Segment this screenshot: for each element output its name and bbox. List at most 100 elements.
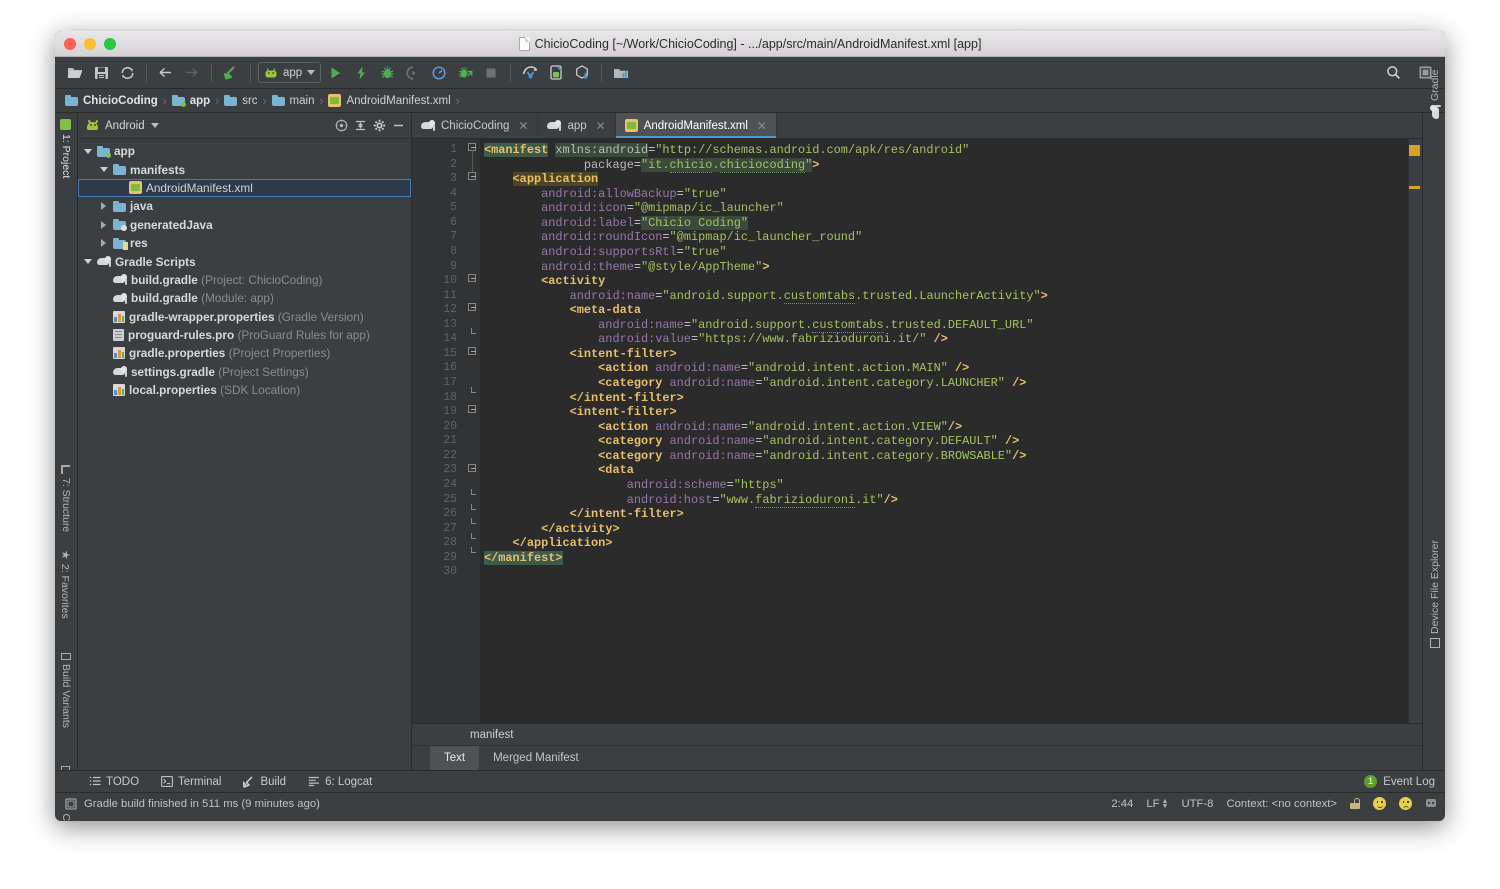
fold-toggle[interactable] — [468, 303, 476, 311]
code-line[interactable]: android:value="https://www.fabrizioduron… — [484, 332, 1408, 347]
tree-item[interactable]: app — [78, 142, 411, 160]
code-line[interactable]: <action android:name="android.intent.act… — [484, 361, 1408, 376]
tree-item[interactable]: settings.gradle (Project Settings) — [78, 363, 411, 381]
tree-item[interactable]: manifests — [78, 160, 411, 178]
fold-toggle[interactable] — [468, 347, 476, 355]
code-line[interactable]: android:roundIcon="@mipmap/ic_launcher_r… — [484, 230, 1408, 245]
search-icon[interactable] — [1381, 61, 1405, 85]
code-line[interactable]: android:allowBackup="true" — [484, 187, 1408, 202]
target-icon[interactable] — [335, 119, 348, 132]
code-line[interactable]: android:host="www.fabrizioduroni.it"/> — [484, 492, 1408, 508]
tree-item[interactable]: local.properties (SDK Location) — [78, 381, 411, 399]
editor-tab[interactable]: ChicioCoding ✕ — [412, 113, 539, 138]
breadcrumb-item-main[interactable]: main — [271, 95, 319, 107]
code-line[interactable] — [484, 565, 1408, 580]
editor-tab[interactable]: AndroidManifest.xml ✕ — [615, 113, 777, 138]
editor-breadcrumb[interactable]: manifest — [412, 723, 1422, 745]
sync-project-icon[interactable] — [570, 61, 594, 85]
sidebar-item-structure[interactable]: 7: Structure — [60, 465, 72, 532]
expand-arrow[interactable] — [98, 167, 109, 173]
avd-manager-icon[interactable] — [518, 61, 542, 85]
bottom-item-logcat[interactable]: 6: Logcat — [308, 776, 372, 788]
sidebar-item-project[interactable]: 1: Project — [60, 119, 72, 178]
sdk-manager-icon[interactable] — [544, 61, 568, 85]
fold-toggle[interactable] — [468, 172, 476, 180]
code-line[interactable]: <intent-filter> — [484, 347, 1408, 362]
code-line[interactable]: </manifest> — [484, 550, 1408, 566]
stop-icon[interactable] — [479, 61, 503, 85]
settings-gear-icon[interactable] — [373, 119, 386, 132]
sad-face-icon[interactable] — [1399, 797, 1412, 810]
bottom-item-build[interactable]: Build — [243, 776, 286, 788]
warning-marker[interactable] — [1409, 186, 1420, 189]
fold-toggle[interactable] — [468, 143, 476, 151]
sidebar-item-favorites[interactable]: ★ 2: Favorites — [59, 550, 72, 619]
code-line[interactable]: <intent-filter> — [484, 405, 1408, 420]
project-structure-icon[interactable] — [609, 61, 633, 85]
editor-bottom-tab[interactable]: Text — [430, 746, 480, 770]
hide-icon[interactable] — [392, 119, 405, 132]
sidebar-item-device-file-explorer[interactable]: Device File Explorer — [1429, 540, 1441, 648]
error-stripe-scrollbar[interactable] — [1408, 139, 1422, 723]
project-view-label[interactable]: Android — [105, 120, 145, 132]
close-icon[interactable]: ✕ — [757, 119, 767, 133]
undo-icon[interactable] — [219, 61, 243, 85]
debug-icon[interactable] — [375, 61, 399, 85]
debug-attach-icon[interactable] — [401, 61, 425, 85]
code-line[interactable]: <manifest xmlns:android="http://schemas.… — [484, 143, 1408, 158]
open-folder-icon[interactable] — [63, 61, 87, 85]
robot-icon[interactable] — [1425, 798, 1437, 810]
fold-toggle[interactable] — [468, 464, 476, 472]
expand-arrow[interactable] — [82, 148, 93, 154]
profiler-icon[interactable] — [427, 61, 451, 85]
fold-toggle[interactable] — [468, 504, 476, 516]
fold-toggle[interactable] — [468, 328, 476, 340]
code-line[interactable]: <application — [484, 172, 1408, 187]
code-line[interactable]: </application> — [484, 536, 1408, 551]
memory-indicator-icon[interactable] — [65, 797, 77, 810]
code-line[interactable]: android:scheme="https" — [484, 478, 1408, 493]
expand-arrow[interactable] — [98, 202, 109, 211]
apply-changes-icon[interactable] — [349, 61, 373, 85]
fold-toggle[interactable] — [468, 274, 476, 282]
close-icon[interactable]: ✕ — [518, 119, 528, 133]
back-arrow-icon[interactable] — [154, 61, 178, 85]
maximize-window-button[interactable] — [104, 38, 116, 50]
collapse-all-icon[interactable] — [354, 119, 367, 132]
happy-face-icon[interactable] — [1373, 797, 1386, 810]
expand-arrow[interactable] — [82, 259, 93, 265]
code-folding-gutter[interactable] — [464, 139, 480, 723]
code-line[interactable]: android:name="android.support.customtabs… — [484, 288, 1408, 304]
tree-item[interactable]: proguard-rules.pro (ProGuard Rules for a… — [78, 326, 411, 344]
run-icon[interactable] — [323, 61, 347, 85]
code-editor[interactable]: 1 2 3 4 5 6 7 8 9 10 11 12 13 14 15 16 17 18 19 20 21 22 23 24 2… — [412, 139, 1422, 723]
fold-toggle[interactable] — [468, 387, 476, 399]
chevron-down-icon[interactable] — [150, 123, 159, 128]
code-line[interactable]: package="it.chicio.chiciocoding"> — [484, 157, 1408, 173]
breadcrumb-item-src[interactable]: src — [224, 95, 261, 107]
tree-item[interactable]: Gradle Scripts — [78, 252, 411, 270]
close-icon[interactable]: ✕ — [596, 119, 606, 133]
sidebar-item-gradle[interactable]: Gradle — [1429, 69, 1441, 119]
code-line[interactable]: android:supportsRtl="true" — [484, 245, 1408, 260]
code-line[interactable]: <category android:name="android.intent.c… — [484, 376, 1408, 391]
project-tree[interactable]: app manifests AndroidManifest.xml java gener… — [78, 139, 411, 770]
tree-item[interactable]: build.gradle (Project: ChicioCoding) — [78, 271, 411, 289]
event-log-group[interactable]: 1 Event Log — [1364, 775, 1435, 788]
run-configuration-selector[interactable]: app — [258, 62, 322, 83]
sync-icon[interactable] — [115, 61, 139, 85]
fold-toggle[interactable] — [468, 518, 476, 530]
fold-toggle[interactable] — [468, 547, 476, 559]
context-label[interactable]: Context: <no context> — [1226, 798, 1337, 810]
editor-bottom-tab[interactable]: Merged Manifest — [479, 746, 593, 770]
code-line[interactable]: <category android:name="android.intent.c… — [484, 434, 1408, 449]
breadcrumb-item-manifest[interactable]: AndroidManifest.xml — [328, 94, 454, 107]
code-line[interactable]: <meta-data — [484, 303, 1408, 318]
encoding-label[interactable]: UTF-8 — [1181, 798, 1213, 810]
caret-position[interactable]: 2:44 — [1111, 798, 1133, 810]
breadcrumb-item-app[interactable]: app — [171, 95, 214, 107]
expand-arrow[interactable] — [98, 239, 109, 248]
code-line[interactable]: </activity> — [484, 522, 1408, 537]
code-line[interactable]: android:icon="@mipmap/ic_launcher" — [484, 201, 1408, 216]
code-line[interactable]: <action android:name="android.intent.act… — [484, 420, 1408, 435]
